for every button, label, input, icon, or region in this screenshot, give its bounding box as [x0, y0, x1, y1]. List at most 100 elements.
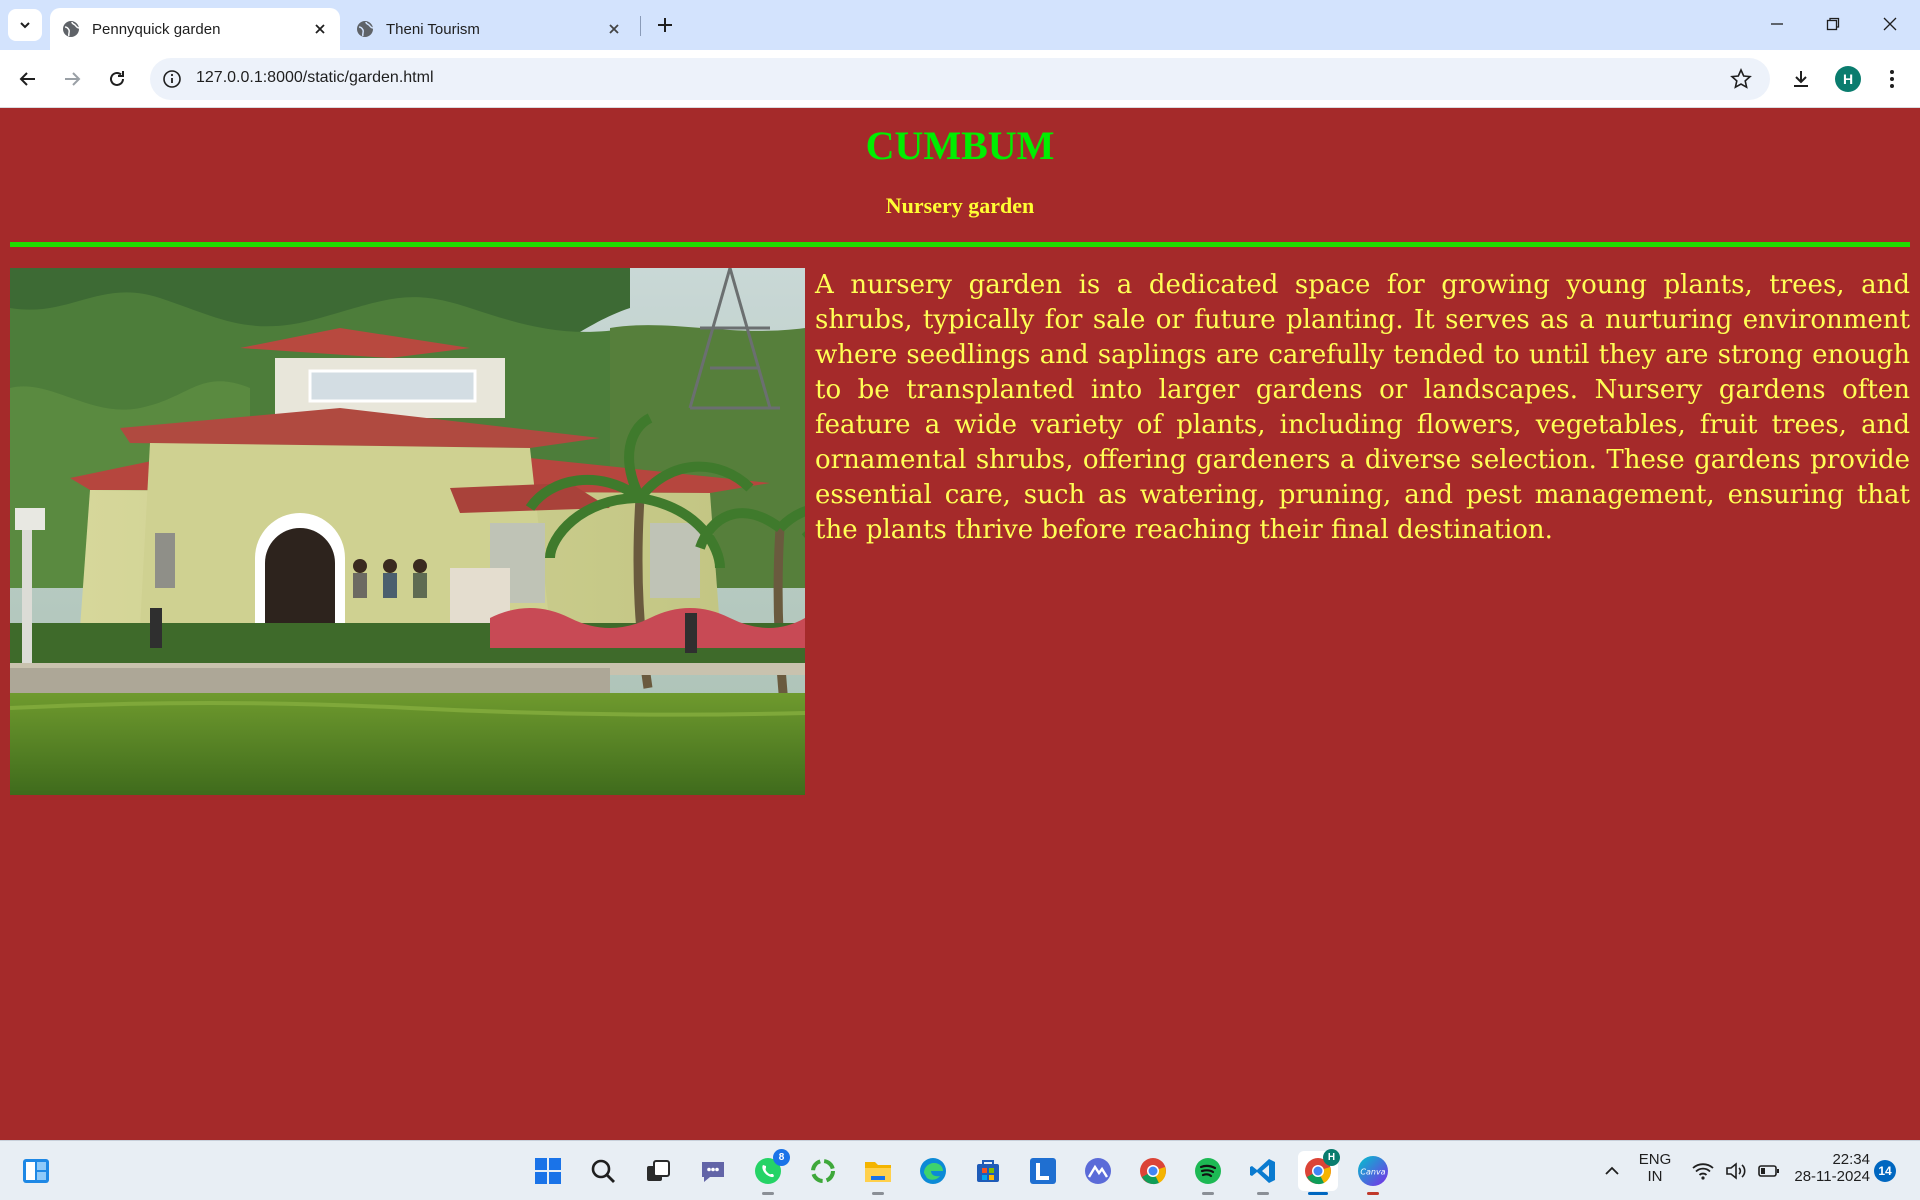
canva-button[interactable]: Canva [1353, 1151, 1393, 1195]
close-tab-button[interactable] [600, 15, 628, 43]
profile-badge: H [1323, 1149, 1340, 1166]
back-button[interactable] [12, 63, 44, 95]
globe-icon [63, 21, 80, 37]
running-indicator [1257, 1192, 1269, 1195]
close-window-button[interactable] [1870, 8, 1910, 40]
clock[interactable]: 22:34 28-11-2024 [1786, 1151, 1870, 1185]
clock-date: 28-11-2024 [1794, 1168, 1870, 1185]
arc-app-button[interactable] [1078, 1151, 1118, 1191]
windows-icon [535, 1158, 561, 1184]
restore-icon [1826, 17, 1840, 31]
kebab-menu-icon [1890, 70, 1894, 88]
tab-search-button[interactable] [8, 9, 42, 41]
edge-icon [920, 1158, 946, 1184]
page-subtitle: Nursery garden [885, 193, 1035, 218]
vscode-button[interactable] [1243, 1151, 1283, 1195]
mountain-icon [1085, 1158, 1111, 1184]
show-hidden-icons-button[interactable] [1592, 1151, 1632, 1191]
widgets-icon [23, 1159, 49, 1183]
running-indicator [872, 1192, 884, 1195]
new-tab-button[interactable] [650, 10, 680, 40]
content-block: A nursery garden is a dedicated space fo… [10, 268, 1910, 795]
notification-badge: 8 [773, 1149, 790, 1166]
search-icon [591, 1159, 615, 1183]
spotify-icon [1195, 1158, 1221, 1184]
description-paragraph: A nursery garden is a dedicated space fo… [815, 270, 1910, 545]
browser-toolbar: 127.0.0.1:8000/static/garden.html H [0, 50, 1920, 108]
reload-icon [110, 71, 124, 86]
page-title: CUMBUM [865, 123, 1055, 168]
battery-icon [1758, 1165, 1780, 1177]
profile-avatar: H [1835, 66, 1861, 92]
close-tab-button[interactable] [306, 15, 334, 43]
file-explorer-button[interactable] [858, 1151, 898, 1195]
chrome-profile-button[interactable]: H [1298, 1149, 1340, 1195]
canva-label: Canva [1360, 1168, 1385, 1177]
task-view-icon [647, 1160, 670, 1181]
notification-center-badge[interactable]: 14 [1874, 1160, 1896, 1182]
clock-time: 22:34 [1832, 1151, 1870, 1168]
running-indicator [762, 1192, 774, 1195]
address-bar[interactable]: 127.0.0.1:8000/static/garden.html [150, 58, 1770, 100]
minimize-button[interactable] [1757, 8, 1797, 40]
whatsapp-button[interactable]: 8 [748, 1149, 790, 1195]
tab-title: Pennyquick garden [92, 20, 221, 38]
globe-icon [357, 21, 374, 37]
tab-theni-tourism[interactable]: Theni Tourism [344, 8, 634, 50]
teams-chat-button[interactable] [693, 1151, 733, 1191]
ring-app-button[interactable] [803, 1151, 843, 1191]
info-icon[interactable] [162, 69, 182, 89]
running-indicator [1202, 1192, 1214, 1195]
web-page: CUMBUM Nursery garden A nursery garden i… [0, 108, 1920, 1140]
tab-pennyquick-garden[interactable]: Pennyquick garden [50, 8, 340, 50]
chevron-up-icon [1605, 1166, 1619, 1175]
url-text[interactable]: 127.0.0.1:8000/static/garden.html [196, 69, 434, 87]
search-button[interactable] [583, 1151, 623, 1191]
running-indicator [1367, 1192, 1379, 1195]
tab-strip: Pennyquick garden Theni Tourism [0, 0, 1920, 50]
chrome-icon [1140, 1158, 1166, 1185]
arrow-right-icon [65, 72, 81, 86]
restore-button[interactable] [1813, 8, 1853, 40]
canva-icon: Canva [1358, 1156, 1388, 1186]
language-code: ENG [1638, 1151, 1672, 1168]
quick-settings-button[interactable] [1686, 1151, 1786, 1191]
close-icon [1883, 17, 1897, 31]
download-icon [1794, 71, 1808, 87]
vscode-icon [1250, 1159, 1275, 1183]
language-indicator[interactable]: ENG IN [1630, 1151, 1680, 1185]
windows-taskbar: 8 H Canva ENG IN 22:34 28-11-2024 14 [0, 1140, 1920, 1200]
chrome-button[interactable] [1133, 1151, 1173, 1191]
plus-icon [658, 18, 672, 32]
chevron-down-icon [20, 22, 30, 29]
horizontal-rule [10, 242, 1910, 247]
chat-icon [702, 1162, 724, 1182]
wifi-icon [1692, 1163, 1714, 1180]
spotify-button[interactable] [1188, 1151, 1228, 1195]
forward-button[interactable] [56, 63, 88, 95]
active-indicator [1308, 1192, 1328, 1195]
tab-separator [640, 16, 641, 36]
reload-button[interactable] [101, 63, 133, 95]
nursery-garden-photo [10, 268, 805, 795]
arrow-left-icon [19, 72, 35, 86]
tab-title: Theni Tourism [386, 20, 480, 38]
l-app-button[interactable] [1023, 1151, 1063, 1191]
circle-arrows-icon [811, 1159, 835, 1183]
profile-button[interactable]: H [1832, 63, 1864, 95]
downloads-button[interactable] [1785, 63, 1817, 95]
menu-button[interactable] [1876, 63, 1908, 95]
letter-l-icon [1030, 1158, 1056, 1184]
close-icon [609, 24, 619, 34]
minimize-icon [1771, 23, 1783, 25]
start-button[interactable] [528, 1151, 568, 1191]
folder-icon [865, 1162, 891, 1182]
volume-icon [1726, 1162, 1746, 1180]
microsoft-store-button[interactable] [968, 1151, 1008, 1191]
bookmark-star-icon[interactable] [1730, 68, 1752, 90]
widgets-button[interactable] [16, 1151, 56, 1191]
store-icon [977, 1160, 999, 1182]
close-icon [315, 24, 325, 34]
edge-button[interactable] [913, 1151, 953, 1191]
task-view-button[interactable] [638, 1151, 678, 1191]
